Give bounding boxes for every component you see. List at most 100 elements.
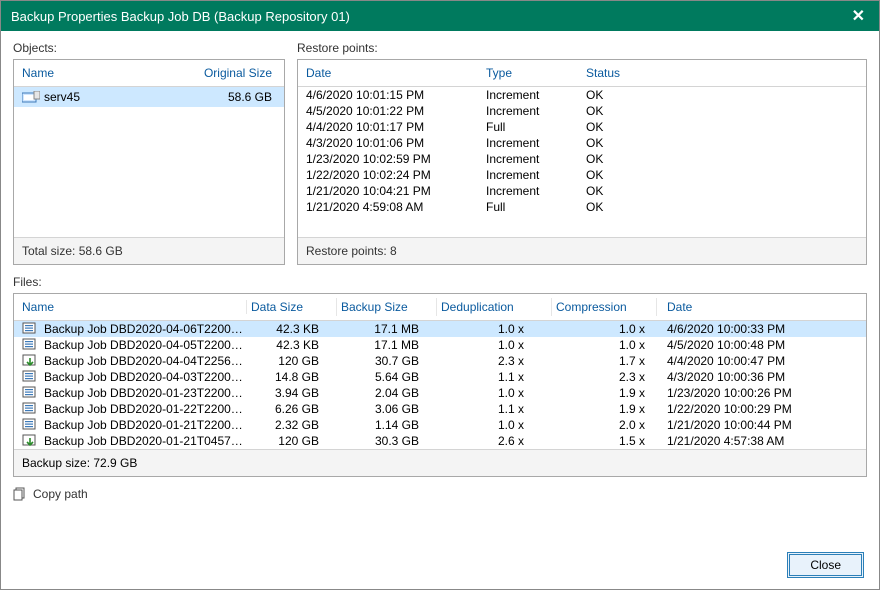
- restore-row[interactable]: 4/4/2020 10:01:17 PMFullOK: [298, 119, 866, 135]
- rp-date: 4/4/2020 10:01:17 PM: [306, 120, 486, 134]
- file-name: Backup Job DBD2020-01-21T220044_...: [44, 418, 247, 432]
- objects-header: Name Original Size: [14, 60, 284, 87]
- objects-col-name[interactable]: Name: [22, 66, 198, 80]
- file-comp: 2.0 x: [552, 418, 657, 432]
- objects-row[interactable]: serv4558.6 GB: [14, 87, 284, 107]
- files-row[interactable]: Backup Job DBD2020-01-21T045738_...120 G…: [14, 433, 866, 449]
- backup-file-icon: [22, 370, 38, 384]
- file-data-size: 6.26 GB: [247, 402, 337, 416]
- rp-status: OK: [586, 120, 666, 134]
- rp-date: 1/22/2020 10:02:24 PM: [306, 168, 486, 182]
- object-size: 58.6 GB: [198, 90, 276, 104]
- rp-type: Full: [486, 120, 586, 134]
- rp-date: 4/3/2020 10:01:06 PM: [306, 136, 486, 150]
- file-backup-size: 5.64 GB: [337, 370, 437, 384]
- file-name: Backup Job DBD2020-04-05T220048_...: [44, 338, 247, 352]
- file-dedup: 2.6 x: [437, 434, 552, 448]
- restore-label: Restore points:: [297, 41, 867, 55]
- rp-status: OK: [586, 200, 666, 214]
- file-backup-size: 30.7 GB: [337, 354, 437, 368]
- backup-file-icon: [22, 386, 38, 400]
- file-dedup: 1.0 x: [437, 418, 552, 432]
- objects-body: serv4558.6 GB: [14, 87, 284, 237]
- backup-file-icon: [22, 322, 38, 336]
- objects-section: Objects: Name Original Size serv4558.6 G…: [13, 41, 285, 265]
- files-body: Backup Job DBD2020-04-06T220033_...42.3 …: [14, 321, 866, 449]
- file-name: Backup Job DBD2020-04-03T220036_...: [44, 370, 247, 384]
- restore-row[interactable]: 1/22/2020 10:02:24 PMIncrementOK: [298, 167, 866, 183]
- files-row[interactable]: Backup Job DBD2020-04-05T220048_...42.3 …: [14, 337, 866, 353]
- rp-status: OK: [586, 168, 666, 182]
- file-backup-size: 30.3 GB: [337, 434, 437, 448]
- files-col-data[interactable]: Data Size: [247, 300, 337, 314]
- files-row[interactable]: Backup Job DBD2020-04-03T220036_...14.8 …: [14, 369, 866, 385]
- files-row[interactable]: Backup Job DBD2020-01-21T220044_...2.32 …: [14, 417, 866, 433]
- file-dedup: 1.1 x: [437, 370, 552, 384]
- copy-path-button[interactable]: Copy path: [13, 487, 867, 501]
- file-date: 4/3/2020 10:00:36 PM: [657, 370, 858, 384]
- files-row[interactable]: Backup Job DBD2020-01-22T220029_...6.26 …: [14, 401, 866, 417]
- window-title: Backup Properties Backup Job DB (Backup …: [11, 9, 848, 24]
- file-data-size: 120 GB: [247, 434, 337, 448]
- rp-type: Increment: [486, 104, 586, 118]
- restore-body: 4/6/2020 10:01:15 PMIncrementOK4/5/2020 …: [298, 87, 866, 237]
- files-col-name[interactable]: Name: [22, 300, 247, 314]
- rp-type: Increment: [486, 168, 586, 182]
- file-backup-size: 2.04 GB: [337, 386, 437, 400]
- restore-col-type[interactable]: Type: [486, 66, 586, 80]
- file-dedup: 1.0 x: [437, 386, 552, 400]
- restore-row[interactable]: 1/21/2020 10:04:21 PMIncrementOK: [298, 183, 866, 199]
- close-icon[interactable]: ✕: [848, 6, 869, 26]
- file-date: 4/5/2020 10:00:48 PM: [657, 338, 858, 352]
- close-button[interactable]: Close: [787, 552, 864, 578]
- file-date: 1/22/2020 10:00:29 PM: [657, 402, 858, 416]
- files-header: Name Data Size Backup Size Deduplication…: [14, 294, 866, 321]
- titlebar[interactable]: Backup Properties Backup Job DB (Backup …: [1, 1, 879, 31]
- objects-col-size[interactable]: Original Size: [198, 66, 276, 80]
- rp-status: OK: [586, 184, 666, 198]
- backup-file-icon: [22, 434, 38, 448]
- rp-date: 1/21/2020 4:59:08 AM: [306, 200, 486, 214]
- file-date: 1/23/2020 10:00:26 PM: [657, 386, 858, 400]
- files-col-date[interactable]: Date: [657, 300, 858, 314]
- restore-row[interactable]: 4/3/2020 10:01:06 PMIncrementOK: [298, 135, 866, 151]
- backup-file-icon: [22, 354, 38, 368]
- files-col-comp[interactable]: Compression: [552, 300, 657, 314]
- restore-col-status[interactable]: Status: [586, 66, 666, 80]
- file-comp: 1.0 x: [552, 322, 657, 336]
- restore-section: Restore points: Date Type Status 4/6/202…: [297, 41, 867, 265]
- file-backup-size: 17.1 MB: [337, 338, 437, 352]
- file-date: 1/21/2020 10:00:44 PM: [657, 418, 858, 432]
- file-date: 1/21/2020 4:57:38 AM: [657, 434, 858, 448]
- files-row[interactable]: Backup Job DBD2020-04-06T220033_...42.3 …: [14, 321, 866, 337]
- file-backup-size: 1.14 GB: [337, 418, 437, 432]
- files-col-dedup[interactable]: Deduplication: [437, 300, 552, 314]
- file-comp: 1.9 x: [552, 402, 657, 416]
- restore-row[interactable]: 1/23/2020 10:02:59 PMIncrementOK: [298, 151, 866, 167]
- files-label: Files:: [13, 275, 867, 289]
- file-data-size: 42.3 KB: [247, 338, 337, 352]
- restore-row[interactable]: 4/6/2020 10:01:15 PMIncrementOK: [298, 87, 866, 103]
- files-row[interactable]: Backup Job DBD2020-01-23T220026_...3.94 …: [14, 385, 866, 401]
- backup-file-icon: [22, 338, 38, 352]
- rp-status: OK: [586, 152, 666, 166]
- files-row[interactable]: Backup Job DBD2020-04-04T225607_...120 G…: [14, 353, 866, 369]
- file-data-size: 3.94 GB: [247, 386, 337, 400]
- file-name: Backup Job DBD2020-01-23T220026_...: [44, 386, 247, 400]
- rp-status: OK: [586, 104, 666, 118]
- file-name: Backup Job DBD2020-01-21T045738_...: [44, 434, 247, 448]
- file-comp: 1.9 x: [552, 386, 657, 400]
- objects-label: Objects:: [13, 41, 285, 55]
- restore-row[interactable]: 4/5/2020 10:01:22 PMIncrementOK: [298, 103, 866, 119]
- restore-col-date[interactable]: Date: [306, 66, 486, 80]
- rp-type: Increment: [486, 184, 586, 198]
- file-backup-size: 17.1 MB: [337, 322, 437, 336]
- copy-icon: [13, 487, 27, 501]
- file-data-size: 120 GB: [247, 354, 337, 368]
- rp-date: 1/23/2020 10:02:59 PM: [306, 152, 486, 166]
- rp-date: 1/21/2020 10:04:21 PM: [306, 184, 486, 198]
- files-col-backup[interactable]: Backup Size: [337, 300, 437, 314]
- file-date: 4/6/2020 10:00:33 PM: [657, 322, 858, 336]
- file-name: Backup Job DBD2020-01-22T220029_...: [44, 402, 247, 416]
- restore-row[interactable]: 1/21/2020 4:59:08 AMFullOK: [298, 199, 866, 215]
